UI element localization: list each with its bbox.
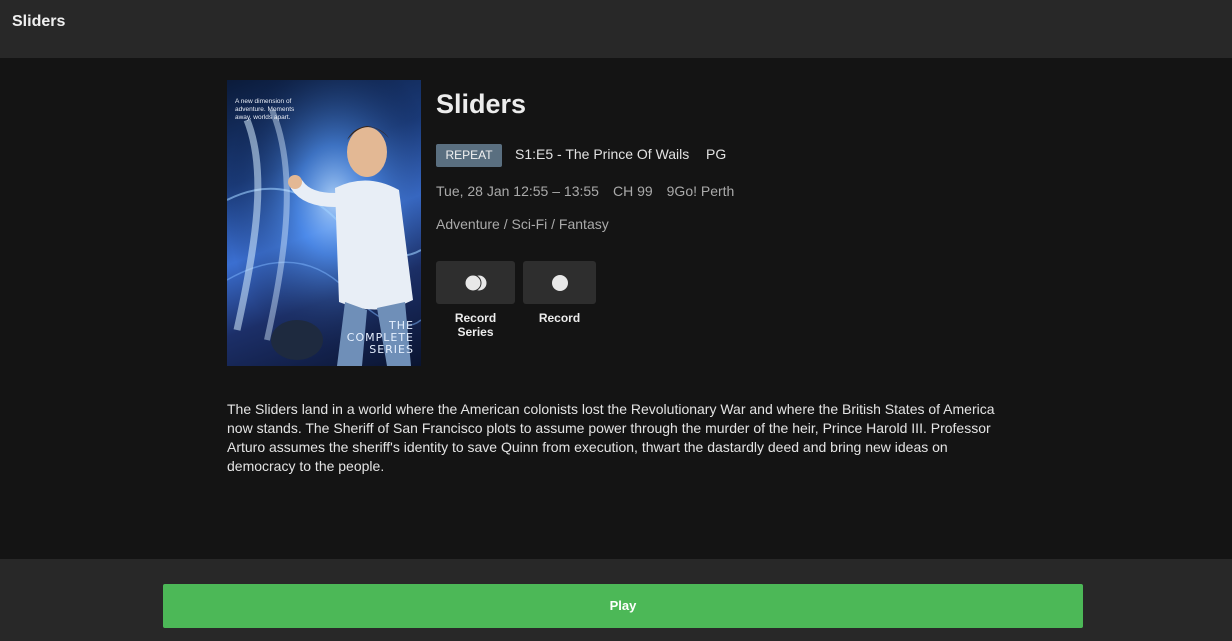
footer-bar: Play: [0, 559, 1232, 641]
schedule-info: Tue, 28 Jan 12:55 – 13:55 CH 99 9Go! Perth: [436, 183, 748, 199]
poster-caption: THE COMPLETE SERIES: [347, 320, 414, 356]
program-details: A new dimension of adventure. Moments aw…: [0, 58, 1232, 559]
program-title: Sliders: [436, 89, 527, 119]
record-series-icon: [464, 274, 486, 291]
record-series-button[interactable]: [436, 261, 515, 304]
episode-info: S1:E5 - The Prince Of Wails: [515, 146, 690, 162]
genre-list: Adventure / Sci-Fi / Fantasy: [436, 216, 609, 232]
repeat-badge: REPEAT: [436, 144, 502, 167]
top-bar: Sliders: [0, 0, 1232, 58]
poster-tagline: A new dimension of adventure. Moments aw…: [235, 98, 295, 121]
record-button[interactable]: [523, 261, 596, 304]
record-series-label: Record Series: [454, 311, 497, 339]
channel-name: 9Go! Perth: [666, 183, 735, 199]
record-label: Record: [538, 311, 581, 325]
channel-number: CH 99: [612, 183, 653, 199]
play-button[interactable]: Play: [163, 584, 1083, 628]
poster-image: A new dimension of adventure. Moments aw…: [227, 80, 421, 366]
rating-label: PG: [706, 146, 727, 162]
program-description: The Sliders land in a world where the Am…: [227, 401, 995, 474]
page-title: Sliders: [12, 13, 66, 30]
record-icon: [551, 274, 568, 291]
air-time: Tue, 28 Jan 12:55 – 13:55: [436, 183, 599, 199]
poster-caption-line: SERIES: [369, 343, 414, 356]
